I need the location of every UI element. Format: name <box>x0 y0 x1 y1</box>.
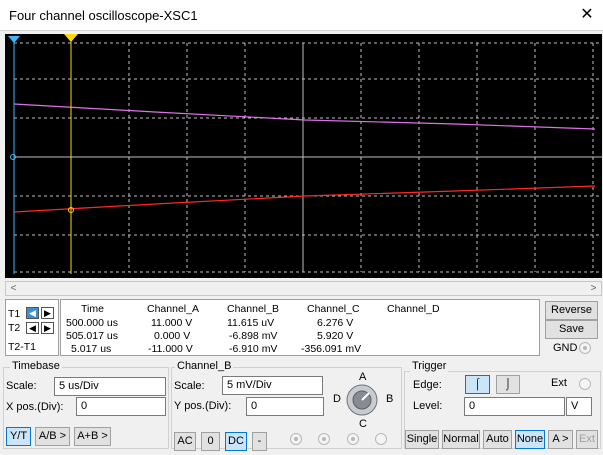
close-icon[interactable]: ✕ <box>577 5 597 25</box>
channel-b-scale-label: Scale: <box>174 380 205 392</box>
yt-mode-button[interactable]: Y/T <box>6 427 31 446</box>
cursor-t1-label: T1 <box>8 308 21 320</box>
knob-label-b: B <box>386 393 394 405</box>
minus-coupling-button[interactable]: - <box>252 432 267 451</box>
probe-radio-2[interactable] <box>318 433 330 445</box>
scroll-right-icon[interactable]: > <box>586 282 601 295</box>
t2-right-arrow-icon[interactable]: ▶ <box>41 322 54 334</box>
timebase-scale-field[interactable]: 5 us/Div <box>54 377 166 396</box>
t2-channel-c: 5.920 V <box>317 330 354 342</box>
timebase-title: Timebase <box>10 360 62 372</box>
horizontal-scrollbar[interactable]: < > <box>5 281 602 296</box>
cursor-t2-label: T2 <box>8 322 21 334</box>
dc-coupling-button[interactable]: DC <box>225 432 247 451</box>
header-time: Time <box>81 303 104 315</box>
knob-label-a: A <box>359 371 367 383</box>
channel-selector-knob-icon[interactable] <box>345 383 379 417</box>
t1-time: 500.000 us <box>66 317 118 329</box>
oscilloscope-screen[interactable] <box>5 34 602 278</box>
xpos-label: X pos.(Div): <box>6 401 64 413</box>
single-trigger-button[interactable]: Single <box>405 430 439 449</box>
delta-channel-c: -356.091 mV <box>301 343 362 355</box>
cursor-delta-label: T2-T1 <box>8 341 37 353</box>
gnd-label: GND <box>553 342 578 354</box>
scroll-left-icon[interactable]: < <box>6 282 21 295</box>
t1-channel-b: 11.615 uV <box>227 317 275 329</box>
knob-label-c: C <box>359 418 367 430</box>
probe-radio-1[interactable] <box>290 433 302 445</box>
delta-time: 5.017 us <box>71 343 112 355</box>
t2-time: 505.017 us <box>66 330 118 342</box>
knob-label-d: D <box>333 393 341 405</box>
edge-label: Edge: <box>413 379 442 391</box>
auto-trigger-button[interactable]: Auto <box>483 430 512 449</box>
ext-source-button[interactable]: Ext <box>576 430 598 449</box>
ypos-label: Y pos.(Div): <box>174 400 232 412</box>
save-button[interactable]: Save <box>545 320 598 339</box>
level-unit-select[interactable]: V <box>566 397 592 416</box>
ac-coupling-button[interactable]: AC <box>174 432 196 451</box>
cursor-controls: T1 ◀ ▶ T2 ◀ ▶ T2-T1 <box>5 299 59 356</box>
measurement-readout: Time Channel_A Channel_B Channel_C Chann… <box>60 299 540 356</box>
title-bar: Four channel oscilloscope-XSC1 ✕ <box>0 0 603 31</box>
t1-channel-c: 6.276 V <box>317 317 354 329</box>
a-plus-b-mode-button[interactable]: A+B > <box>74 427 111 446</box>
normal-trigger-button[interactable]: Normal <box>442 430 480 449</box>
ab-mode-button[interactable]: A/B > <box>35 427 70 446</box>
zero-coupling-button[interactable]: 0 <box>201 432 220 451</box>
trigger-title: Trigger <box>410 360 449 372</box>
level-label: Level: <box>413 400 443 412</box>
level-field[interactable]: 0 <box>464 397 565 416</box>
ypos-field[interactable]: 0 <box>246 397 324 416</box>
delta-channel-b: -6.910 mV <box>229 343 278 355</box>
t1-channel-a: 11.000 V <box>151 317 193 329</box>
t2-channel-b: -6.898 mV <box>229 330 278 342</box>
window-title: Four channel oscilloscope-XSC1 <box>9 8 198 23</box>
channel-b-scale-field[interactable]: 5 mV/Div <box>222 376 323 395</box>
reverse-button[interactable]: Reverse <box>545 301 598 320</box>
header-channel-b: Channel_B <box>227 303 279 315</box>
t2-channel-a: 0.000 V <box>154 330 191 342</box>
a-source-button[interactable]: A > <box>548 430 573 449</box>
t2-left-arrow-icon[interactable]: ◀ <box>26 322 39 334</box>
falling-edge-icon[interactable]: ⌡ <box>496 375 520 394</box>
header-channel-d: Channel_D <box>387 303 440 315</box>
channel-b-title: Channel_B <box>175 360 234 372</box>
none-trigger-button[interactable]: None <box>515 430 545 449</box>
delta-channel-a: -11.000 V <box>148 343 193 355</box>
probe-radio-3[interactable] <box>347 433 359 445</box>
t1-right-arrow-icon[interactable]: ▶ <box>41 307 54 319</box>
ext-radio[interactable] <box>579 378 591 390</box>
probe-radio-4[interactable] <box>375 433 387 445</box>
gnd-radio[interactable] <box>579 342 591 354</box>
ext-label: Ext <box>551 377 567 389</box>
timebase-scale-label: Scale: <box>6 380 37 392</box>
header-channel-a: Channel_A <box>147 303 199 315</box>
header-channel-c: Channel_C <box>307 303 360 315</box>
rising-edge-icon[interactable]: ⌠ <box>465 375 490 394</box>
t1-left-arrow-icon[interactable]: ◀ <box>26 307 39 319</box>
xpos-field[interactable]: 0 <box>76 397 166 416</box>
